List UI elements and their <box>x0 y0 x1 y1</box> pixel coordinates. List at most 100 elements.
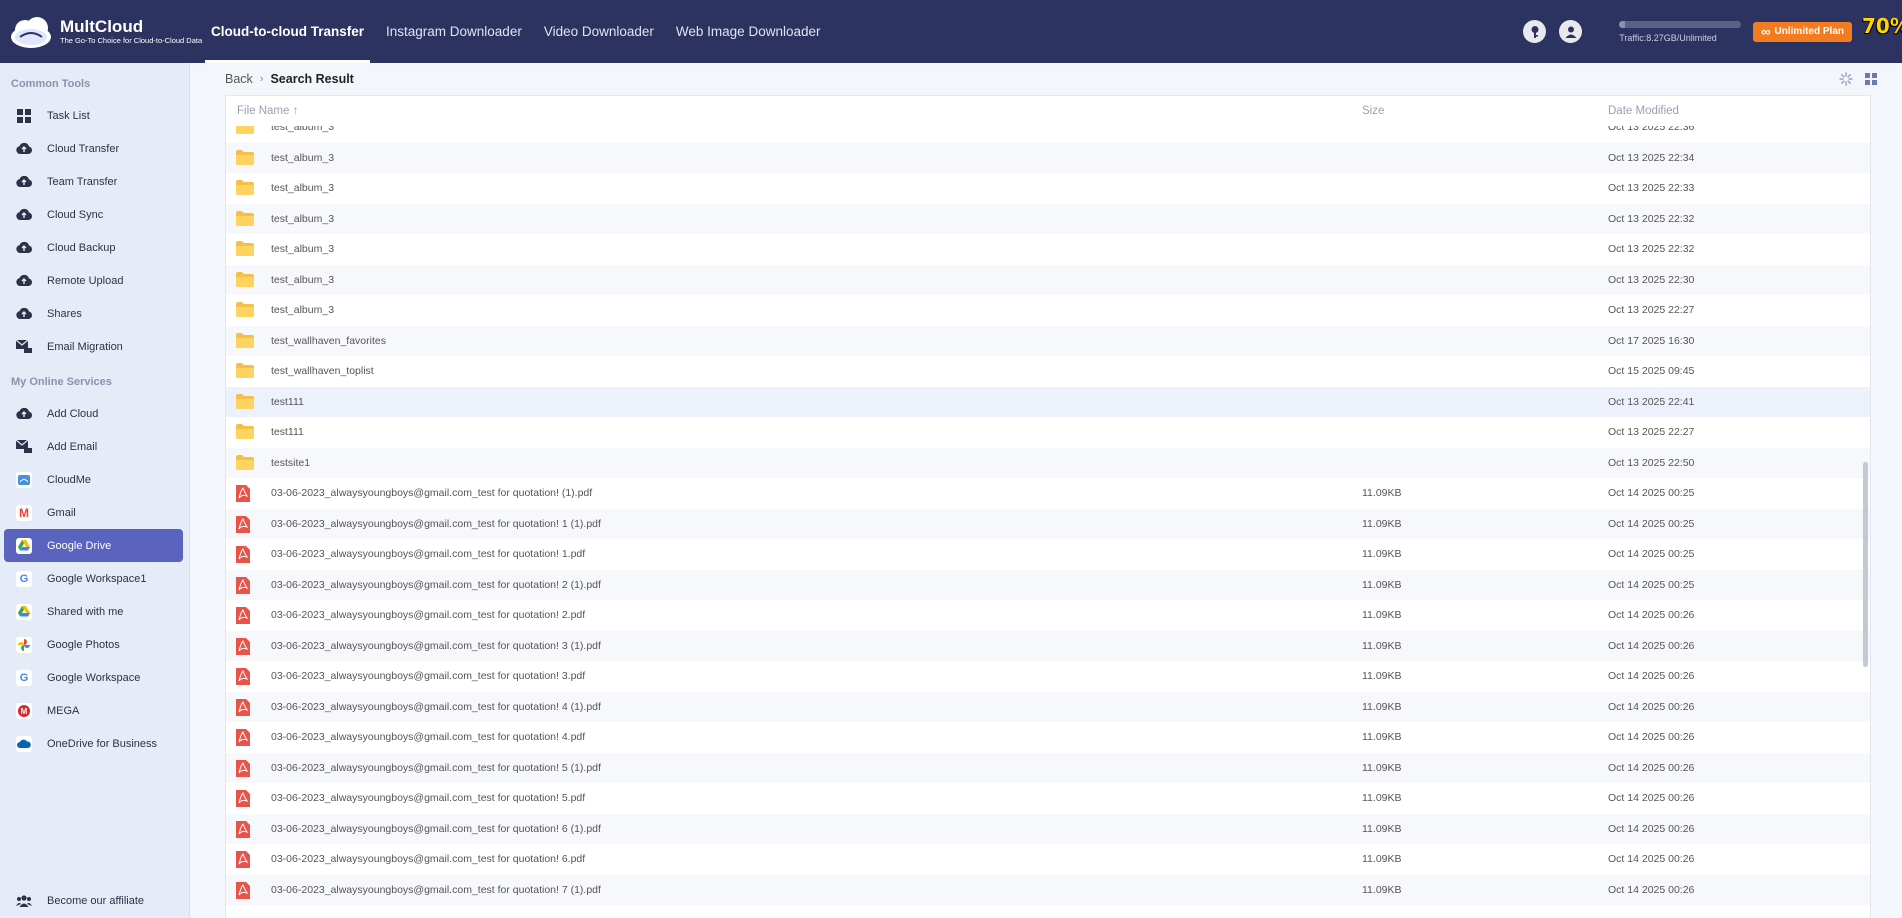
add-email-icon <box>16 439 32 455</box>
file-name[interactable]: test_wallhaven_favorites <box>271 335 386 347</box>
file-row[interactable]: 03-06-2023_alwaysyoungboys@gmail.com_tes… <box>226 752 1870 783</box>
sidebar-item-cloudme[interactable]: CloudMe <box>4 463 183 496</box>
file-name[interactable]: 03-06-2023_alwaysyoungboys@gmail.com_tes… <box>271 823 601 835</box>
file-row[interactable]: 03-06-2023_alwaysyoungboys@gmail.com_tes… <box>226 600 1870 631</box>
unlimited-plan-button[interactable]: ∞ Unlimited Plan <box>1753 21 1852 42</box>
nav-video-downloader[interactable]: Video Downloader <box>533 0 665 63</box>
nav-instagram-downloader[interactable]: Instagram Downloader <box>375 0 533 63</box>
file-row[interactable]: 03-06-2023_alwaysyoungboys@gmail.com_tes… <box>226 508 1870 539</box>
user-account-icon[interactable] <box>1559 20 1583 43</box>
grid-view-icon[interactable] <box>1865 72 1877 91</box>
help-key-icon[interactable] <box>1523 20 1547 43</box>
folder-row[interactable]: test_album_3 Oct 13 2025 22:32 <box>226 203 1870 234</box>
sidebar-item-label: Remote Upload <box>47 274 124 287</box>
sidebar-item-shares[interactable]: Shares <box>4 297 183 330</box>
folder-row[interactable]: testsite1 Oct 13 2025 22:50 <box>226 447 1870 478</box>
sidebar-item-mega[interactable]: M MEGA <box>4 694 183 727</box>
folder-row[interactable]: test_album_3 Oct 13 2025 22:30 <box>226 264 1870 295</box>
file-name[interactable]: test_album_3 <box>271 243 334 255</box>
sidebar-item-google-drive[interactable]: Google Drive <box>4 529 183 562</box>
sidebar-item-email-migration[interactable]: Email Migration <box>4 330 183 363</box>
file-name[interactable]: test_album_3 <box>271 182 334 194</box>
sidebar-item-add-cloud[interactable]: Add Cloud <box>4 397 183 430</box>
sidebar-item-google-photos[interactable]: Google Photos <box>4 628 183 661</box>
vertical-scrollbar[interactable] <box>1863 462 1868 667</box>
file-name[interactable]: 03-06-2023_alwaysyoungboys@gmail.com_tes… <box>271 640 601 652</box>
sidebar-item-task-list[interactable]: Task List <box>4 99 183 132</box>
sidebar-item-onedrive-for-business[interactable]: OneDrive for Business <box>4 727 183 760</box>
logo[interactable]: MultCloud The Go-To Choice for Cloud-to-… <box>0 15 202 49</box>
sidebar-item-add-email[interactable]: Add Email <box>4 430 183 463</box>
cloud-logo-icon <box>8 15 54 49</box>
promo-badge[interactable]: 70% <box>1860 12 1902 52</box>
folder-icon <box>236 210 254 227</box>
file-name[interactable]: test111 <box>271 396 304 408</box>
file-date: Oct 13 2025 22:41 <box>1608 395 1695 408</box>
column-date-modified[interactable]: Date Modified <box>1608 105 1679 117</box>
sidebar-item-label: Google Drive <box>47 539 112 552</box>
file-row[interactable]: 03-06-2023_alwaysyoungboys@gmail.com_tes… <box>226 661 1870 692</box>
folder-row[interactable]: test111 Oct 13 2025 22:41 <box>226 386 1870 417</box>
file-name[interactable]: 03-06-2023_alwaysyoungboys@gmail.com_tes… <box>271 548 585 560</box>
sidebar-item-label: Shares <box>47 307 82 320</box>
sidebar-item-remote-upload[interactable]: Remote Upload <box>4 264 183 297</box>
pdf-file-icon <box>236 515 254 533</box>
sidebar-item-team-transfer[interactable]: Team Transfer <box>4 165 183 198</box>
folder-row[interactable]: test_album_3 Oct 13 2025 22:27 <box>226 295 1870 326</box>
sidebar-item-label: Google Workspace <box>47 671 141 684</box>
become-affiliate-link[interactable]: Become our affiliate <box>4 884 184 917</box>
file-name[interactable]: testsite1 <box>271 457 310 469</box>
pdf-file-icon <box>236 790 254 807</box>
file-name[interactable]: 03-06-2023_alwaysyoungboys@gmail.com_tes… <box>271 853 585 865</box>
file-name[interactable]: 03-06-2023_alwaysyoungboys@gmail.com_tes… <box>271 609 585 621</box>
file-name[interactable]: test111 <box>271 426 304 438</box>
folder-row[interactable]: test_album_3 Oct 13 2025 22:34 <box>226 142 1870 173</box>
file-row[interactable]: 03-06-2023_alwaysyoungboys@gmail.com_tes… <box>226 630 1870 661</box>
folder-row[interactable]: test111 Oct 13 2025 22:27 <box>226 417 1870 448</box>
column-size[interactable]: Size <box>1362 105 1384 117</box>
file-name[interactable]: 03-06-2023_alwaysyoungboys@gmail.com_tes… <box>271 518 601 530</box>
sidebar-item-cloud-sync[interactable]: Cloud Sync <box>4 198 183 231</box>
chevron-right-icon: › <box>259 73 264 85</box>
file-row[interactable]: 03-06-2023_alwaysyoungboys@gmail.com_tes… <box>226 813 1870 844</box>
folder-row[interactable]: test_album_3 Oct 13 2025 22:32 <box>226 234 1870 265</box>
pdf-file-icon <box>236 698 254 716</box>
file-row[interactable]: 03-06-2023_alwaysyoungboys@gmail.com_tes… <box>226 783 1870 814</box>
file-name[interactable]: test_album_3 <box>271 213 334 225</box>
file-name[interactable]: 03-06-2023_alwaysyoungboys@gmail.com_tes… <box>271 701 601 713</box>
file-name[interactable]: test_wallhaven_toplist <box>271 365 374 377</box>
file-row[interactable]: 03-06-2023_alwaysyoungboys@gmail.com_tes… <box>226 844 1870 875</box>
file-name[interactable]: 03-06-2023_alwaysyoungboys@gmail.com_tes… <box>271 762 601 774</box>
folder-row[interactable]: test_wallhaven_toplist Oct 15 2025 09:45 <box>226 356 1870 387</box>
file-row[interactable]: 03-06-2023_alwaysyoungboys@gmail.com_tes… <box>226 874 1870 905</box>
file-row[interactable]: 03-06-2023_alwaysyoungboys@gmail.com_tes… <box>226 722 1870 753</box>
file-row[interactable]: 03-06-2023_alwaysyoungboys@gmail.com_tes… <box>226 478 1870 509</box>
sidebar-item-gmail[interactable]: M Gmail <box>4 496 183 529</box>
folder-row[interactable]: test_wallhaven_favorites Oct 17 2025 16:3… <box>226 325 1870 356</box>
file-name[interactable]: 03-06-2023_alwaysyoungboys@gmail.com_tes… <box>271 731 585 743</box>
file-name[interactable]: 03-06-2023_alwaysyoungboys@gmail.com_tes… <box>271 487 592 499</box>
file-name[interactable]: 03-06-2023_alwaysyoungboys@gmail.com_tes… <box>271 579 601 591</box>
sidebar-item-google-workspace[interactable]: G Google Workspace <box>4 661 183 694</box>
file-name[interactable]: 03-06-2023_alwaysyoungboys@gmail.com_tes… <box>271 670 585 682</box>
sidebar-item-cloud-backup[interactable]: Cloud Backup <box>4 231 183 264</box>
shares-icon <box>16 306 32 322</box>
file-name[interactable]: 03-06-2023_alwaysyoungboys@gmail.com_tes… <box>271 792 585 804</box>
sidebar-item-cloud-transfer[interactable]: Cloud Transfer <box>4 132 183 165</box>
file-name[interactable]: test_album_3 <box>271 304 334 316</box>
file-name[interactable]: test_album_3 <box>271 152 334 164</box>
nav-web-image-downloader[interactable]: Web Image Downloader <box>665 0 832 63</box>
sidebar-item-google-workspace1[interactable]: G Google Workspace1 <box>4 562 183 595</box>
nav-cloud-to-cloud-transfer[interactable]: Cloud-to-cloud Transfer <box>200 0 375 63</box>
column-file-name[interactable]: File Name ↑ <box>237 105 298 117</box>
file-row[interactable]: 03-06-2023_alwaysyoungboys@gmail.com_tes… <box>226 691 1870 722</box>
file-row[interactable]: 03-06-2023_alwaysyoungboys@gmail.com_tes… <box>226 569 1870 600</box>
back-link[interactable]: Back <box>225 72 253 86</box>
sidebar-item-shared-with-me[interactable]: Shared with me <box>4 595 183 628</box>
file-name[interactable]: test_album_3 <box>271 274 334 286</box>
file-name[interactable]: 03-06-2023_alwaysyoungboys@gmail.com_tes… <box>271 884 601 896</box>
loading-spinner-icon[interactable] <box>1839 72 1853 91</box>
folder-row[interactable]: test_album_3 Oct 13 2025 22:33 <box>226 173 1870 204</box>
file-date: Oct 14 2025 00:25 <box>1608 578 1695 591</box>
file-row[interactable]: 03-06-2023_alwaysyoungboys@gmail.com_tes… <box>226 539 1870 570</box>
